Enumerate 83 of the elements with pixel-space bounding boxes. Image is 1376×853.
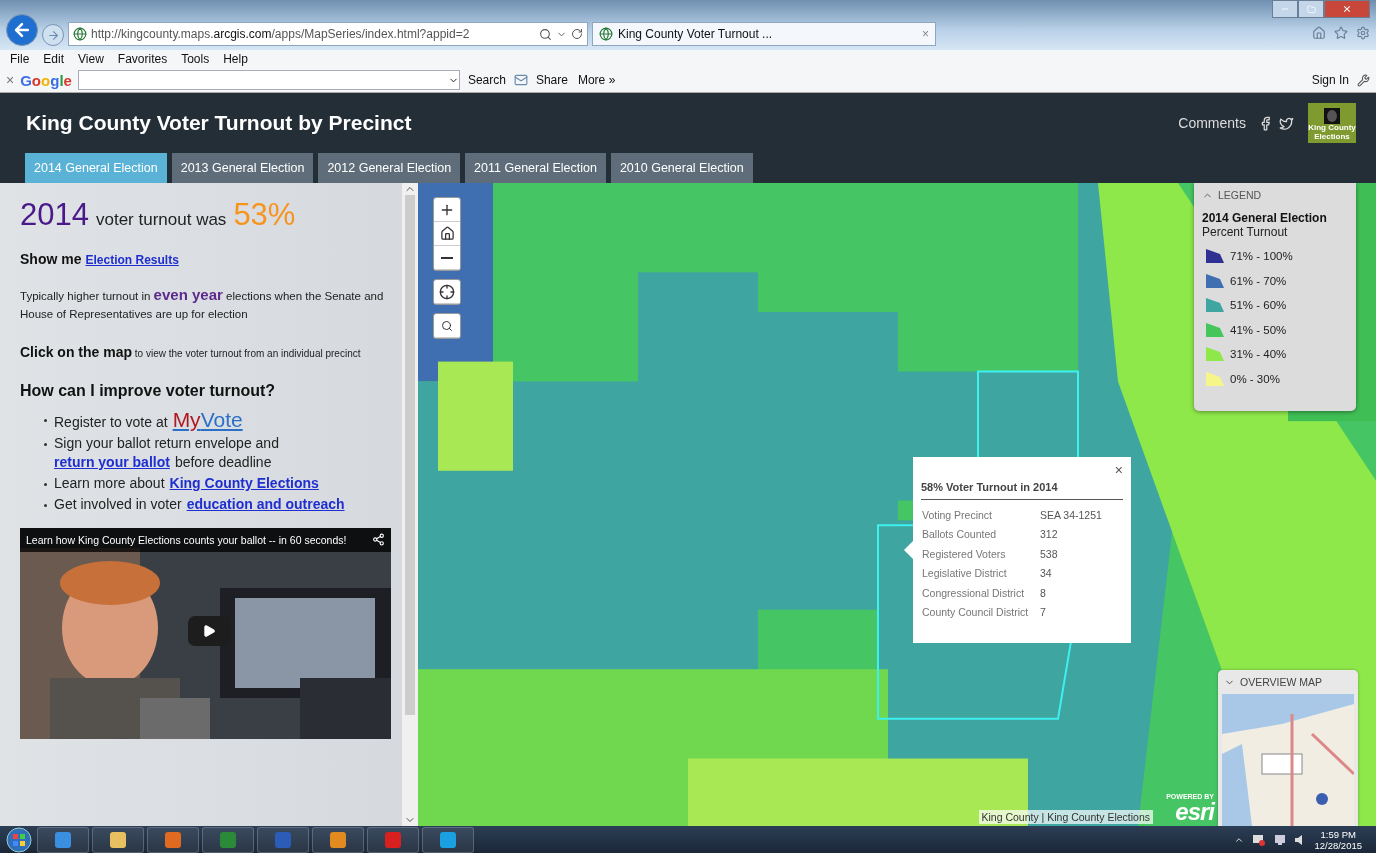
search-field[interactable] [77,70,460,90]
taskbar-app-icon[interactable] [37,826,89,853]
click-hint: Click on the map to view the voter turnout from an individual precinct [20,343,362,363]
turnout-note: Typically higher turnout in even year elections when the Senate and House of Representatives are up for election [20,285,385,323]
start-button[interactable] [4,826,34,853]
section-heading: How can I improve voter turnout? [20,381,277,400]
url-text: http://kingcounty.maps.arcgis.com/apps/MapSeries/index.html?appid=2 [91,27,471,41]
video-player[interactable]: Learn how King County Elections counts your ballot -- in 60 seconds! [20,527,391,739]
election-results-link[interactable]: Election Results [85,253,179,267]
wrench-icon[interactable] [1357,73,1370,87]
app-icon [273,829,293,850]
play-icon [202,623,216,638]
globe-icon [599,27,613,41]
menu-item[interactable]: File [10,52,30,66]
app-title: King County Voter Turnout by Precinct [26,111,412,135]
menu-item[interactable]: Help [223,52,248,66]
taskbar-app-icon[interactable] [422,826,474,853]
bullet-icon [44,482,47,486]
more-button[interactable]: More » [575,73,618,87]
elections-logo: King County Elections [1308,103,1356,143]
globe-icon [73,27,87,41]
item-text: Register to vote at [54,412,168,432]
sign-in-button[interactable]: Sign In [1309,73,1351,87]
item-text: Learn more about [54,473,165,493]
taskbar-app-icon[interactable] [92,826,144,853]
app-icon [53,829,73,850]
play-button[interactable] [188,615,230,646]
app-icon [328,829,348,850]
portrait-icon [1324,108,1340,125]
percent-text: 53% [233,197,296,233]
election-tab[interactable]: 2010 General Election [610,153,753,183]
google-logo: Google [20,71,72,89]
myvote-link[interactable]: MyVote [172,409,243,429]
refresh-icon[interactable] [571,28,583,40]
menu-item[interactable]: Tools [181,52,210,66]
tab-title: King County Voter Turnout ... [618,27,774,41]
close-button[interactable]: × [6,72,15,88]
app-icon [108,829,128,850]
menu-item[interactable]: Edit [43,52,65,66]
clock[interactable]: 1:59 PM 12/28/2015 [1314,828,1362,851]
link[interactable]: King County Elections [169,473,319,493]
taskbar-app-icon[interactable] [312,826,364,853]
election-tab[interactable]: 2013 General Election [171,153,314,183]
link[interactable]: education and outreach [186,494,345,514]
share-button[interactable]: Share [533,73,570,87]
forward-arrow-icon [46,28,60,42]
election-tab[interactable]: 2012 General Election [318,153,461,183]
star-icon[interactable] [1334,26,1348,40]
year-text: 2014 [20,197,89,233]
search-icon[interactable] [539,27,552,41]
item-text: Get involved in voter [54,494,182,514]
share-icon[interactable] [372,533,385,547]
show-me-label: Show me [20,251,82,267]
item-text: before deadline [174,452,272,472]
headline-text: voter turnout was [95,210,227,230]
mail-icon[interactable] [513,73,528,87]
maximize-button[interactable] [1298,0,1324,18]
taskbar-app-icon[interactable] [147,826,199,853]
settings-icon[interactable] [1356,26,1370,40]
comments-link[interactable]: Comments [1178,115,1246,131]
app-icon [383,829,403,850]
network-icon[interactable] [1274,833,1287,846]
menu-item[interactable]: Favorites [117,52,168,66]
app-icon [218,829,238,850]
app-icon [163,829,183,850]
address-field[interactable]: http://kingcounty.maps.arcgis.com/apps/MapSeries/index.html?appid=2 [68,22,588,46]
bullet-icon [44,418,47,422]
bullet-icon [44,503,47,507]
twitter-icon[interactable] [1279,115,1294,131]
election-tab[interactable]: 2011 General Election [465,153,606,183]
bullet-icon [44,442,47,446]
home-icon[interactable] [1312,26,1326,40]
search-button[interactable]: Search [465,73,508,87]
link[interactable]: return your ballot [54,452,170,472]
item-text: Sign your ballot return envelope and [54,433,279,453]
browser-tab[interactable]: King County Voter Turnout ... × [592,22,936,46]
menu-item[interactable]: View [78,52,104,66]
video-title: Learn how King County Elections counts your ballot -- in 60 seconds! [26,533,348,546]
back-button[interactable] [6,14,38,46]
scrollbar[interactable] [402,183,418,826]
minimize-button[interactable] [1272,0,1298,18]
app-icon [438,829,458,850]
close-button[interactable]: × [922,27,929,41]
